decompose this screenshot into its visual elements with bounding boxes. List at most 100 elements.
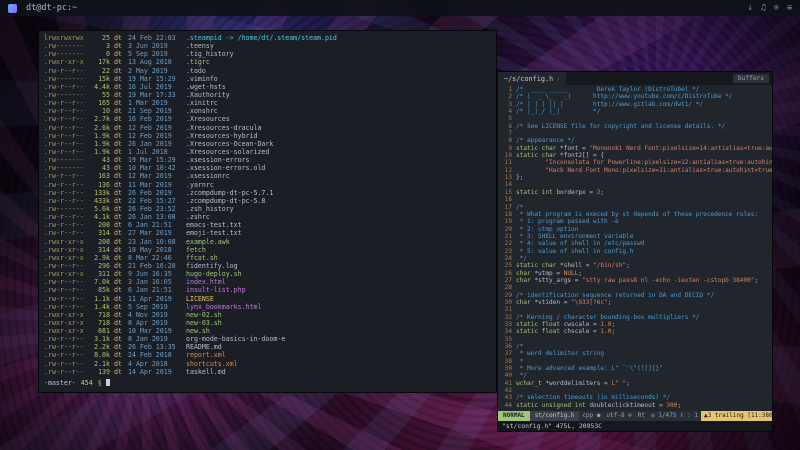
code-line: 30char *vtiden = "\033[?6c";	[500, 299, 772, 306]
list-item: .rw-r--r--4.1kdt26 Jan 13:08.zshrc	[44, 213, 491, 221]
list-item: .rw-r--r--208dt6 Jan 21:51emacs-test.txt	[44, 221, 491, 229]
code-line: 23 * 5: value of shell in config.h	[500, 248, 772, 255]
list-item: .rw-r--r--10dt21 Sep 2019.xonshrc	[44, 107, 491, 115]
list-item: .rw-r--r--314dt27 Mar 2019emoji-test.txt	[44, 229, 491, 237]
list-item: .rw-r--r--4.4kdt16 Jul 2019.wget-hsts	[44, 83, 491, 91]
code-line: 3/* | | | || | http://www.gitlab.com/dwt…	[500, 101, 772, 108]
list-item: .rw-r--r--133kdt26 Feb 2019.zcompdump-dt…	[44, 189, 491, 197]
window-title: dt@dt-pc:~	[26, 3, 77, 13]
list-item: .rw-r--r--2.6kdt12 Feb 2019.Xresources-d…	[44, 124, 491, 132]
list-item: .rw-------0dt5 Sep 2019.tig_history	[44, 50, 491, 58]
list-item: .rw-r--r--22dt2 May 2019.todo	[44, 67, 491, 75]
list-item: .rw-------5.6kdt26 Feb 23:52.zsh_history	[44, 205, 491, 213]
code-line: 13};	[500, 174, 772, 181]
code-line: 34static float chscale = 1.0;	[500, 328, 772, 335]
list-item: lrwxrwxrwx25dt24 Feb 22:03.steampid -> /…	[44, 34, 491, 42]
terminal-cursor	[106, 379, 110, 386]
code-line: 29/* identification sequence returned in…	[500, 292, 772, 299]
code-line: 2/* | _ \_ _| http://www.youtube.com/c/D…	[500, 93, 772, 100]
code-line: 40 */	[500, 372, 772, 379]
list-item: .rw-------43dt19 Mar 15:29.xsession-erro…	[44, 156, 491, 164]
statusline-segment: utf-8 ⊕	[604, 411, 635, 421]
list-item: .rw-r--r--2.7kdt16 Feb 2019.Xresources	[44, 115, 491, 123]
code-line: 32/* Kerning / character bounding-box mu…	[500, 314, 772, 321]
code-line: 7	[500, 130, 772, 137]
code-line: 17/*	[500, 204, 772, 211]
prompt-symbol: §	[98, 379, 102, 387]
launcher-icon[interactable]	[8, 4, 17, 13]
statusline-segment: Rt	[635, 411, 648, 421]
statusline-segment: ≡ 1/475 ℓ : 1	[648, 411, 701, 421]
list-item: .rw-r--r--2.2kdt26 Feb 13:35README.md	[44, 343, 491, 351]
code-line: 28	[500, 284, 772, 291]
list-item: .rw-------55dt19 Mar 17:33.Xauthority	[44, 91, 491, 99]
code-line: 19 * 1: program passed with -e	[500, 218, 772, 225]
list-item: .rw-r--r--296dt21 Feb 16:28fidentify.log	[44, 262, 491, 270]
network-icon[interactable]: ⊙	[774, 3, 779, 13]
code-line: 12 "Hack Nerd Font Mono:pixelsize=11:ant…	[500, 167, 772, 174]
code-line: 43/* selection timeouts (in milliseconds…	[500, 394, 772, 401]
menu-icon[interactable]: ≡	[787, 3, 792, 13]
code-line: 38 *	[500, 358, 772, 365]
code-line: 39 * More advanced example: L" `'\"()[]{…	[500, 365, 772, 372]
updates-icon[interactable]: ↓	[748, 3, 753, 13]
volume-icon[interactable]: ♫	[761, 3, 766, 13]
code-line: 24 */	[500, 255, 772, 262]
list-item: .rw-------15kdt19 Mar 15:29.viminfo	[44, 75, 491, 83]
file-list: lrwxrwxrwx25dt24 Feb 22:03.steampid -> /…	[44, 34, 491, 376]
code-line: 20 * 2: utmp option	[500, 226, 772, 233]
list-item: .rw-r--r--2.1kdt4 Apr 2018shortcuts.xml	[44, 360, 491, 368]
editor-titlebar: ~/s/config.h › buffers	[498, 72, 772, 85]
statusline-right: cpp ●utf-8 ⊕Rt≡ 1/475 ℓ : 1▲3 trailing […	[579, 411, 772, 421]
list-item: .rw-r--r--1.4kdt5 Sep 2019lynx_bookmarks…	[44, 303, 491, 311]
list-item: .rw-r--r--1.1kdt11 Apr 2019LICENSE	[44, 295, 491, 303]
code-line: 33static float cwscale = 1.0;	[500, 321, 772, 328]
code-line: 14	[500, 181, 772, 188]
code-line: 4/* |_|_/ |_| */	[500, 108, 772, 115]
list-item: .rw-r--r--85kdt6 Jan 21:51insult-list.ph…	[44, 286, 491, 294]
list-item: .rw-r--r--163dt12 Mar 2019.xsessionrc	[44, 172, 491, 180]
list-item: .rwxr-xr-x681dt10 Mar 2019new.sh	[44, 327, 491, 335]
list-item: .rwxr-xr-x2.9kdt8 Mar 22:46ffcat.sh	[44, 254, 491, 262]
code-line: 22 * 4: value of shell in /etc/passwd	[500, 240, 772, 247]
code-line: 8/* appearance */	[500, 137, 772, 144]
list-item: .rwxr-xr-x311dt9 Jun 16:35hugo-deploy.sh	[44, 270, 491, 278]
code-line: 6/* See LICENSE file for copyright and l…	[500, 123, 772, 130]
code-line: 1/* ____ _____ Derek Taylor (DistroTube)…	[500, 86, 772, 93]
code-line: 25static char *shell = "/bin/sh";	[500, 262, 772, 269]
code-line: 36/*	[500, 343, 772, 350]
list-item: .rw-r--r--165dt1 Mar 2019.xinitrc	[44, 99, 491, 107]
editor-window-config-h: ~/s/config.h › buffers 1/* ____ _____ De…	[497, 71, 773, 432]
buffers-tab[interactable]: buffers	[733, 74, 769, 83]
statusline: NORMAL st/config.h cpp ●utf-8 ⊕Rt≡ 1/475…	[498, 411, 772, 421]
editor-tab[interactable]: ~/s/config.h ›	[498, 72, 566, 85]
top-bar: dt@dt-pc:~ ↓ ♫ ⊙ ≡	[0, 0, 800, 16]
code-line: 18 * What program is execed by st depend…	[500, 211, 772, 218]
code-line: 11 "Inconsolata for Powerline:pixelsize=…	[500, 159, 772, 166]
vim-command-line: "st/config.h" 475L, 20953C	[498, 421, 772, 431]
code-line: 5	[500, 115, 772, 122]
code-line: 27char *stty_args = "stty raw pass8 nl -…	[500, 277, 772, 284]
code-line: 21 * 3: SHELL environment variable	[500, 233, 772, 240]
code-line: 16	[500, 196, 772, 203]
list-item: .rw-r--r--3.1kdt8 Jan 2019org-mode-basic…	[44, 335, 491, 343]
list-item: .rwxr-xr-x314dt18 May 2018fetch	[44, 246, 491, 254]
list-item: .rw-r--r--7.0kdt3 Jan 16:05index.html	[44, 278, 491, 286]
statusline-segment: cpp ●	[579, 411, 603, 421]
list-item: .rw-r--r--8.0kdt24 Feb 2018report.xml	[44, 351, 491, 359]
code-area[interactable]: 1/* ____ _____ Derek Taylor (DistroTube)…	[498, 85, 772, 411]
code-line: 31	[500, 306, 772, 313]
vim-mode-indicator: NORMAL	[498, 411, 530, 421]
shell-prompt[interactable]: ·master· 454 §	[44, 379, 491, 387]
list-item: .rw-r--r--1.9kdt1 Jul 2018.Xresources-so…	[44, 148, 491, 156]
list-item: .rwxr-xr-x718dt4 Nov 2019new-02.sh	[44, 311, 491, 319]
code-line: 37 * word delimiter string	[500, 350, 772, 357]
list-item: .rwxr-xr-x17kdt13 Aug 2018.tigrc	[44, 58, 491, 66]
list-item: .rw-r--r--139dt14 Apr 2019taskell.md	[44, 368, 491, 376]
list-item: .rw-------3dt3 Jun 2019.teensy	[44, 42, 491, 50]
editor-tab-title: ~/s/config.h	[504, 75, 553, 83]
code-line: 9static char *font = "Mononoki Nerd Font…	[500, 145, 772, 152]
statusline-segment: ▲3 trailing [11:380]	[701, 411, 772, 421]
list-item: .rwxr-xr-x208dt23 Jan 10:08example.awk	[44, 238, 491, 246]
code-line: 35	[500, 336, 772, 343]
